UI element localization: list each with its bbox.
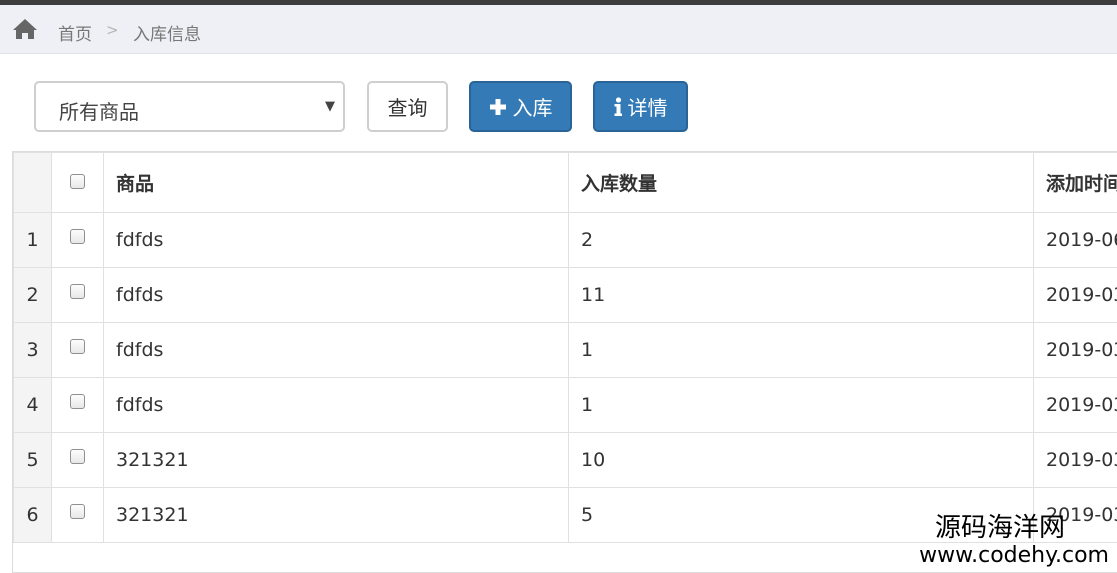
cell-added-time: 2019-03 (1033, 322, 1117, 378)
query-button-label: 查询 (387, 96, 428, 120)
select-all-checkbox[interactable] (70, 173, 85, 189)
query-button[interactable]: 查询 (367, 81, 448, 132)
cell-added-time: 2019-03 (1033, 432, 1117, 488)
cell-product: fdfds (103, 377, 569, 433)
watermark-name: 源码海洋网 (934, 513, 1065, 543)
row-checkbox[interactable] (70, 339, 85, 354)
cell-product: fdfds (103, 322, 569, 378)
detail-button-label: 详情 (627, 96, 668, 120)
table-row[interactable]: 1 fdfds 2 2019-06 (13, 212, 1117, 268)
breadcrumb-home-link[interactable]: 首页 (58, 20, 92, 45)
cell-quantity: 2 (568, 212, 1034, 268)
cell-quantity: 10 (568, 432, 1034, 488)
row-checkbox[interactable] (70, 504, 85, 519)
cell-added-time: 2019-03 (1033, 267, 1117, 323)
row-index: 4 (13, 377, 52, 433)
cell-quantity: 1 (568, 377, 1034, 433)
watermark: 源码海洋网 www.codehy.com (919, 513, 1109, 569)
row-checkbox-cell (51, 377, 104, 433)
select-all-checkbox-cell (51, 152, 104, 213)
table-row[interactable]: 5 321321 10 2019-03 (13, 432, 1117, 488)
row-index: 1 (13, 212, 52, 268)
add-button-label: 入库 (512, 96, 553, 120)
cell-quantity: 1 (568, 322, 1034, 378)
row-index: 5 (13, 432, 52, 488)
row-index: 3 (13, 322, 52, 378)
row-checkbox[interactable] (70, 394, 85, 409)
cell-added-time: 2019-03 (1033, 377, 1117, 433)
breadcrumb: 首页 > 入库信息 (0, 5, 1117, 54)
row-index: 6 (13, 487, 52, 543)
breadcrumb-separator: > (106, 21, 119, 39)
info-icon (614, 96, 622, 116)
cell-product: fdfds (103, 212, 569, 268)
column-header-product[interactable]: 商品 (103, 152, 569, 213)
table-header-row: 商品 入库数量 添加时间 (13, 152, 1117, 213)
stock-in-table: 商品 入库数量 添加时间 1 fdfds 2 2019-06 2 fdfds 1… (12, 151, 1117, 573)
cell-quantity: 11 (568, 267, 1034, 323)
table-row[interactable]: 3 fdfds 1 2019-03 (13, 322, 1117, 378)
row-checkbox-cell (51, 212, 104, 268)
table-row[interactable]: 4 fdfds 1 2019-03 (13, 377, 1117, 433)
column-header-quantity[interactable]: 入库数量 (568, 152, 1034, 213)
cell-product: 321321 (103, 487, 569, 543)
row-checkbox[interactable] (70, 284, 85, 299)
plus-icon (489, 98, 506, 115)
row-checkbox-cell (51, 267, 104, 323)
row-checkbox-cell (51, 322, 104, 378)
add-stock-in-button[interactable]: 入库 (469, 81, 572, 132)
cell-added-time: 2019-06 (1033, 212, 1117, 268)
row-checkbox[interactable] (70, 229, 85, 244)
product-select[interactable]: 所有商品 ▼ (34, 81, 345, 132)
table-row[interactable]: 2 fdfds 11 2019-03 (13, 267, 1117, 323)
product-select-value: 所有商品 (59, 100, 139, 124)
chevron-down-icon: ▼ (325, 99, 335, 114)
cell-product: fdfds (103, 267, 569, 323)
index-header (13, 152, 52, 213)
cell-product: 321321 (103, 432, 569, 488)
row-checkbox-cell (51, 487, 104, 543)
watermark-url: www.codehy.com (919, 543, 1109, 568)
row-checkbox-cell (51, 432, 104, 488)
breadcrumb-current: 入库信息 (133, 25, 201, 45)
home-icon[interactable] (12, 18, 38, 40)
column-header-added-time[interactable]: 添加时间 (1033, 152, 1117, 213)
row-index: 2 (13, 267, 52, 323)
row-checkbox[interactable] (70, 449, 85, 464)
detail-button[interactable]: 详情 (593, 81, 688, 132)
